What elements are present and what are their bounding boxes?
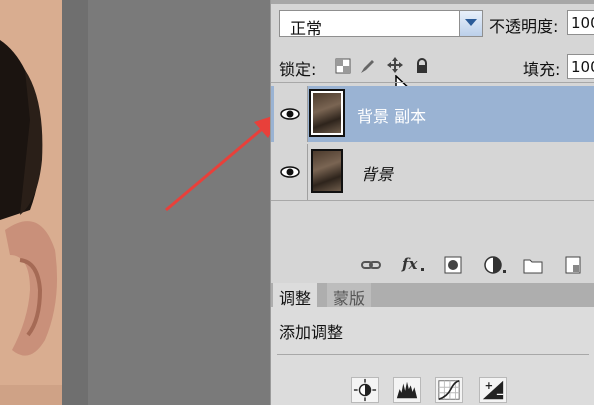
adjustments-heading: 添加调整 xyxy=(279,323,344,342)
portrait-photo xyxy=(0,0,62,405)
fill-label: 填充: xyxy=(523,60,561,79)
adjustment-layer-icon[interactable] xyxy=(483,255,507,275)
svg-text:+: + xyxy=(485,381,494,392)
layers-toolbar: fx xyxy=(271,252,594,278)
blend-mode-value: 正常 xyxy=(290,19,323,38)
panel-top-edge xyxy=(271,0,594,4)
svg-text:fx: fx xyxy=(401,255,418,273)
mask-icon[interactable] xyxy=(443,256,463,274)
visibility-toggle[interactable] xyxy=(274,144,308,200)
new-layer-icon[interactable] xyxy=(563,256,583,274)
curves-icon[interactable] xyxy=(435,377,463,403)
layers-panel: 正常 不透明度: 100 锁定: 填充: 100 背景 副本 xyxy=(270,0,594,283)
layer-name: 背景 副本 xyxy=(357,107,427,126)
link-icon[interactable] xyxy=(361,256,381,274)
layer-thumbnail xyxy=(311,149,343,193)
fx-icon[interactable]: fx xyxy=(401,254,427,274)
blend-mode-select[interactable]: 正常 xyxy=(279,10,483,38)
photo-canvas xyxy=(0,0,62,405)
eye-icon[interactable] xyxy=(280,108,300,120)
levels-icon[interactable] xyxy=(393,377,421,403)
divider xyxy=(277,354,589,355)
lock-image-pixels-icon[interactable] xyxy=(359,58,375,74)
layer-row-background[interactable]: 背景 xyxy=(271,144,594,200)
layer-row-background-copy[interactable]: 背景 副本 xyxy=(271,86,594,142)
folder-icon[interactable] xyxy=(523,256,543,274)
tab-adjustments[interactable]: 调整 xyxy=(273,283,318,308)
brightness-contrast-icon[interactable] xyxy=(351,377,379,403)
tab-masks[interactable]: 蒙版 xyxy=(327,283,372,308)
layer-name: 背景 xyxy=(361,165,394,184)
visibility-toggle[interactable] xyxy=(274,86,308,142)
lock-label: 锁定: xyxy=(279,60,317,79)
svg-text:−: − xyxy=(496,389,505,400)
opacity-input[interactable]: 100 xyxy=(567,10,594,35)
lock-transparent-pixels-icon[interactable] xyxy=(335,58,351,74)
adjustments-panel: 调整 蒙版 添加调整 + − xyxy=(270,283,594,405)
eye-icon[interactable] xyxy=(280,166,300,178)
exposure-icon[interactable]: + − xyxy=(479,377,507,403)
tab-bar: 调整 蒙版 xyxy=(271,283,594,308)
divider xyxy=(271,82,594,83)
opacity-label: 不透明度: xyxy=(489,17,559,36)
lock-all-icon[interactable] xyxy=(414,58,430,74)
chevron-down-icon[interactable] xyxy=(459,11,482,36)
layer-thumbnail xyxy=(311,91,343,135)
lock-position-icon[interactable] xyxy=(387,57,403,73)
fill-input[interactable]: 100 xyxy=(567,54,594,79)
divider xyxy=(271,200,594,201)
